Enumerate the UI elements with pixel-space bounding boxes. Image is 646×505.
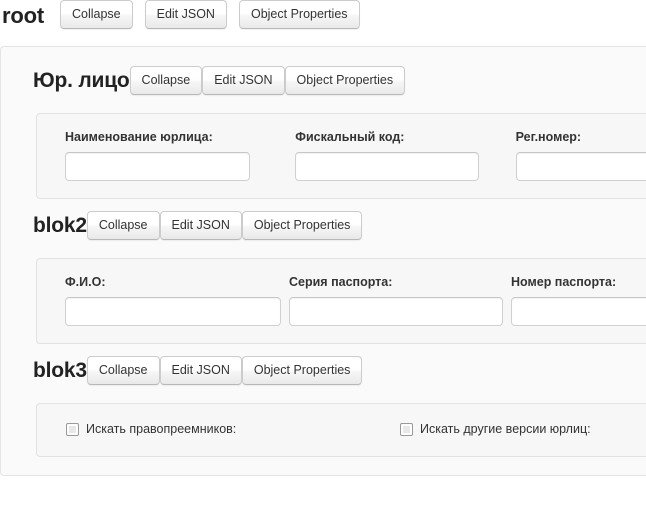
label-search-other-versions[interactable]: Искать другие версии юрлиц: <box>420 422 591 436</box>
checkbox-search-other-versions[interactable] <box>400 423 413 436</box>
section-legal-entity-fields: Наименование юрлица: Фискальный код: Рег… <box>36 113 646 199</box>
root-object-header: root Collapse Edit JSON Object Propertie… <box>0 0 646 29</box>
section-blok3-title: blok3 <box>33 358 87 383</box>
section-legal-entity-edit-json-button[interactable]: Edit JSON <box>202 66 284 95</box>
checkbox-group-other-versions[interactable]: Искать другие версии юрлиц: <box>400 422 591 436</box>
label-search-successors[interactable]: Искать правопреемников: <box>86 422 236 436</box>
section-legal-entity-title: Юр. лицо <box>33 68 130 93</box>
section-blok2-fields: Ф.И.О: Серия паспорта: Номер паспорта: <box>36 258 646 344</box>
section-blok3-edit-json-button[interactable]: Edit JSON <box>160 356 242 385</box>
section-blok2-header: blok2 Collapse Edit JSON Object Properti… <box>18 208 646 242</box>
section-legal-entity-object-properties-button[interactable]: Object Properties <box>285 66 406 95</box>
root-collapse-button[interactable]: Collapse <box>60 0 133 29</box>
label-fiscal-code: Фискальный код: <box>295 130 497 144</box>
label-passport-series: Серия паспорта: <box>289 275 493 289</box>
section-blok3-collapse-button[interactable]: Collapse <box>87 356 160 385</box>
input-passport-number[interactable] <box>511 297 646 326</box>
section-blok3-header: blok3 Collapse Edit JSON Object Properti… <box>18 353 646 387</box>
checkbox-group-successors[interactable]: Искать правопреемников: <box>66 422 400 436</box>
section-blok2: blok2 Collapse Edit JSON Object Properti… <box>18 208 646 344</box>
json-editor-page: root Collapse Edit JSON Object Propertie… <box>0 0 646 476</box>
field-group-passport-series: Серия паспорта: <box>289 275 511 326</box>
label-passport-number: Номер паспорта: <box>511 275 646 289</box>
checkbox-row: Искать правопреемников: Искать другие ве… <box>66 422 646 436</box>
field-group-full-name: Ф.И.О: <box>65 275 289 326</box>
root-edit-json-button[interactable]: Edit JSON <box>145 0 227 29</box>
field-row: Ф.И.О: Серия паспорта: Номер паспорта: <box>65 275 646 326</box>
section-blok3: blok3 Collapse Edit JSON Object Properti… <box>18 353 646 457</box>
field-group-fiscal-code: Фискальный код: <box>295 130 515 181</box>
input-company-name[interactable] <box>65 152 250 181</box>
section-blok2-title: blok2 <box>33 213 87 238</box>
checkbox-search-successors[interactable] <box>66 423 79 436</box>
section-blok2-edit-json-button[interactable]: Edit JSON <box>160 211 242 240</box>
section-blok3-fields: Искать правопреемников: Искать другие ве… <box>36 403 646 457</box>
input-passport-series[interactable] <box>289 297 503 326</box>
root-object-panel: Юр. лицо Collapse Edit JSON Object Prope… <box>0 46 646 476</box>
root-object-properties-button[interactable]: Object Properties <box>239 0 360 29</box>
field-group-registration-number: Рег.номер: <box>516 130 646 181</box>
input-fiscal-code[interactable] <box>295 152 479 181</box>
section-blok3-object-properties-button[interactable]: Object Properties <box>242 356 363 385</box>
input-registration-number[interactable] <box>516 152 646 181</box>
section-legal-entity-collapse-button[interactable]: Collapse <box>130 66 203 95</box>
root-title: root <box>2 3 44 29</box>
section-legal-entity-header: Юр. лицо Collapse Edit JSON Object Prope… <box>18 63 646 97</box>
field-group-company-name: Наименование юрлица: <box>65 130 295 181</box>
section-blok2-object-properties-button[interactable]: Object Properties <box>242 211 363 240</box>
label-registration-number: Рег.номер: <box>516 130 646 144</box>
field-row: Наименование юрлица: Фискальный код: Рег… <box>65 130 646 181</box>
input-full-name[interactable] <box>65 297 281 326</box>
label-full-name: Ф.И.О: <box>65 275 271 289</box>
section-blok2-collapse-button[interactable]: Collapse <box>87 211 160 240</box>
section-legal-entity: Юр. лицо Collapse Edit JSON Object Prope… <box>18 63 646 199</box>
label-company-name: Наименование юрлица: <box>65 130 277 144</box>
field-group-passport-number: Номер паспорта: <box>511 275 646 326</box>
